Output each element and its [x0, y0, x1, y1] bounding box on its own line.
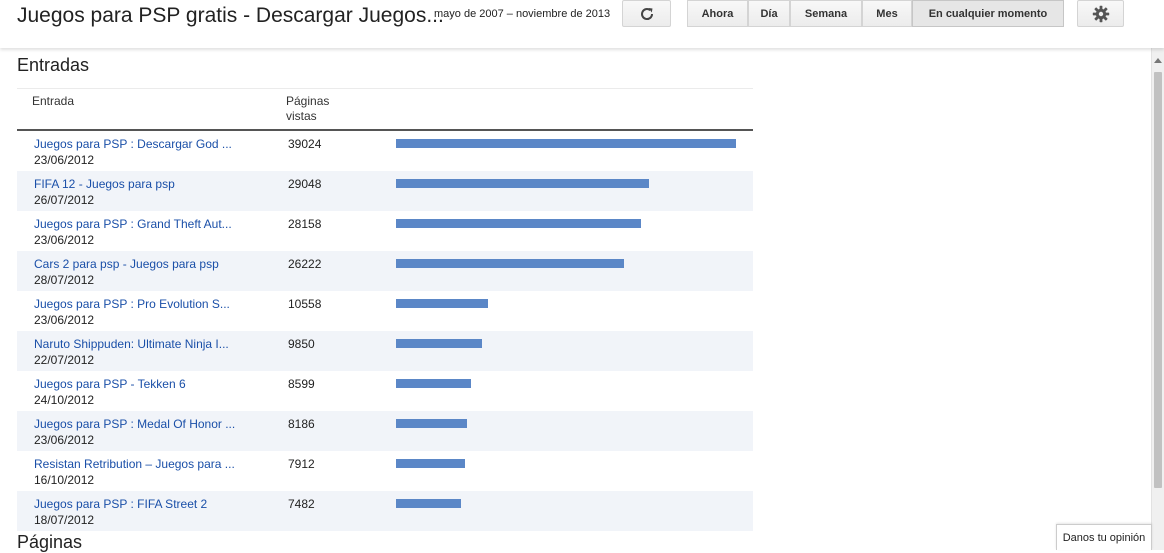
entries-table: Entrada Páginas vistas Juegos para PSP :…	[17, 88, 753, 531]
entry-link[interactable]: Juegos para PSP : Grand Theft Aut...	[34, 217, 259, 231]
entry-views: 7482	[288, 497, 315, 511]
views-bar	[396, 179, 649, 188]
entry-date: 23/06/2012	[34, 233, 95, 247]
feedback-button[interactable]: Danos tu opinión	[1056, 524, 1152, 550]
entry-link[interactable]: Resistan Retribution – Juegos para ...	[34, 457, 259, 471]
table-row: Juegos para PSP : Medal Of Honor ... 23/0…	[17, 411, 753, 451]
entry-views: 7912	[288, 457, 315, 471]
entry-link[interactable]: Juegos para PSP : FIFA Street 2	[34, 497, 259, 511]
period-button-1[interactable]: Día	[748, 0, 790, 27]
entry-date: 16/10/2012	[34, 473, 95, 487]
entry-views: 9850	[288, 337, 315, 351]
views-bar	[396, 499, 461, 508]
top-bar: Juegos para PSP gratis - Descargar Juego…	[0, 0, 1164, 48]
views-bar	[396, 139, 736, 148]
refresh-button[interactable]	[622, 0, 671, 27]
views-bar	[396, 219, 641, 228]
entry-date: 23/06/2012	[34, 153, 95, 167]
views-bar	[396, 259, 624, 268]
views-bar	[396, 299, 488, 308]
column-header-entry: Entrada	[32, 94, 75, 108]
entry-date: 26/07/2012	[34, 193, 95, 207]
period-button-0[interactable]: Ahora	[687, 0, 748, 27]
scroll-up-icon[interactable]	[1154, 58, 1162, 63]
entry-views: 8599	[288, 377, 315, 391]
entry-link[interactable]: Juegos para PSP : Descargar God ...	[34, 137, 259, 151]
table-row: Cars 2 para psp - Juegos para psp 28/07/2…	[17, 251, 753, 291]
page-title: Juegos para PSP gratis - Descargar Juego…	[17, 4, 444, 27]
entry-date: 22/07/2012	[34, 353, 95, 367]
entry-link[interactable]: Juegos para PSP : Medal Of Honor ...	[34, 417, 259, 431]
entry-views: 28158	[288, 217, 322, 231]
table-row: Juegos para PSP : Grand Theft Aut... 23/0…	[17, 211, 753, 251]
entry-link[interactable]: Cars 2 para psp - Juegos para psp	[34, 257, 259, 271]
period-button-2[interactable]: Semana	[790, 0, 862, 27]
refresh-icon	[640, 7, 653, 20]
entry-link[interactable]: Juegos para PSP - Tekken 6	[34, 377, 259, 391]
table-row: Juegos para PSP : Descargar God ... 23/06…	[17, 131, 753, 171]
entry-date: 28/07/2012	[34, 273, 95, 287]
gear-icon	[1092, 5, 1109, 22]
entry-date: 24/10/2012	[34, 393, 95, 407]
entry-views: 29048	[288, 177, 322, 191]
column-header-views: Páginas vistas	[286, 94, 330, 123]
period-button-3[interactable]: Mes	[862, 0, 912, 27]
entry-date: 23/06/2012	[34, 313, 95, 327]
entry-link[interactable]: Naruto Shippuden: Ultimate Ninja I...	[34, 337, 259, 351]
scrollbar[interactable]	[1151, 48, 1164, 550]
table-row: Juegos para PSP : Pro Evolution S... 23/0…	[17, 291, 753, 331]
entry-link[interactable]: Juegos para PSP : Pro Evolution S...	[34, 297, 259, 311]
table-row: Juegos para PSP - Tekken 6 24/10/2012 8599	[17, 371, 753, 411]
views-bar	[396, 459, 465, 468]
entry-date: 23/06/2012	[34, 433, 95, 447]
entry-views: 10558	[288, 297, 322, 311]
entry-link[interactable]: FIFA 12 - Juegos para psp	[34, 177, 259, 191]
table-row: Juegos para PSP : FIFA Street 2 18/07/201…	[17, 491, 753, 531]
entry-views: 26222	[288, 257, 322, 271]
settings-button[interactable]	[1077, 0, 1124, 27]
views-bar	[396, 379, 471, 388]
entry-date: 18/07/2012	[34, 513, 95, 527]
views-bar	[396, 339, 482, 348]
table-row: Resistan Retribution – Juegos para ... 16…	[17, 451, 753, 491]
scrollbar-thumb[interactable]	[1154, 72, 1162, 488]
period-button-4[interactable]: En cualquier momento	[912, 0, 1064, 27]
table-header: Entrada Páginas vistas	[17, 88, 753, 131]
entry-views: 39024	[288, 137, 322, 151]
date-range: mayo de 2007 – noviembre de 2013	[434, 8, 611, 20]
entries-section-title: Entradas	[17, 55, 90, 75]
table-row: Naruto Shippuden: Ultimate Ninja I... 22/…	[17, 331, 753, 371]
table-row: FIFA 12 - Juegos para psp 26/07/2012 29048	[17, 171, 753, 211]
entry-views: 8186	[288, 417, 315, 431]
views-bar	[396, 419, 467, 428]
